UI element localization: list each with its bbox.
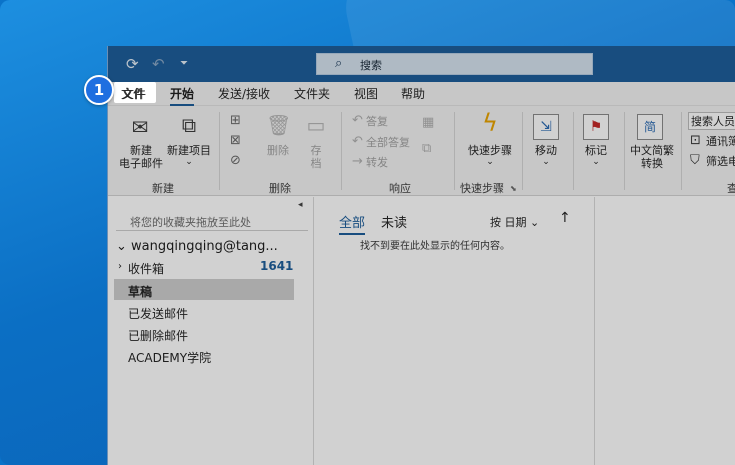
more-respond-icon[interactable]: ⧉ — [422, 142, 431, 156]
account-name: wangqingqing@tang... — [131, 239, 278, 254]
forward-button[interactable]: 转发 — [366, 156, 388, 169]
inbox-unread-count: 1641 — [260, 259, 294, 273]
forward-icon: → — [352, 154, 363, 169]
ribbon-tabs: 文件 开始 发送/接收 文件夹 视图 帮助 — [108, 82, 735, 106]
group-new-label: 新建 — [152, 182, 174, 195]
search-placeholder: 搜索 — [360, 59, 382, 72]
chevron-down-icon: ⌄ — [486, 157, 494, 167]
chinese-conversion-button-line2[interactable]: 转换 — [624, 157, 680, 170]
meeting-icon[interactable]: ▦ — [422, 116, 434, 130]
trash-icon: 🗑 — [266, 113, 292, 137]
ribbon-separator — [341, 112, 342, 190]
filter-all-tab[interactable]: 全部 — [339, 212, 366, 235]
group-find-label: 查 — [727, 180, 735, 196]
ignore-icon[interactable]: ⊞ — [230, 114, 241, 128]
reading-pane — [596, 197, 735, 465]
reply-all-button[interactable]: 全部答复 — [366, 136, 410, 149]
chinese-conversion-icon: 简 — [637, 114, 663, 140]
favorites-divider — [116, 230, 308, 231]
tab-folder[interactable]: 文件夹 — [294, 87, 330, 101]
sort-by-date-button[interactable]: 按 日期 ⌄ — [490, 214, 539, 230]
archive-button-line1[interactable]: 存 — [304, 144, 328, 157]
group-respond-label: 响应 — [389, 182, 411, 195]
sort-direction-icon[interactable]: ↑ — [559, 210, 571, 226]
filter-unread-tab[interactable]: 未读 — [381, 212, 407, 231]
dialog-launcher-icon[interactable]: ⬊ — [510, 182, 517, 196]
ribbon: ✉ 新建 电子邮件 ⧉ 新建项目 ⌄ 新建 ⊞ ⊠ ⊘ 🗑 删除 ▭ 存 档 删… — [108, 106, 735, 196]
inbox-expand-icon[interactable]: › — [118, 261, 122, 272]
step-badge: 1 — [84, 75, 114, 105]
account-header[interactable]: ⌄ wangqingqing@tang... — [116, 239, 278, 254]
expand-chevron-icon: ⌄ — [116, 239, 127, 254]
search-icon: ⌕ — [335, 56, 343, 71]
folder-deleted[interactable]: 已删除邮件 — [128, 327, 188, 344]
group-quick-steps-label: 快速步骤 — [460, 182, 504, 195]
group-delete-label: 删除 — [269, 182, 291, 195]
tab-help[interactable]: 帮助 — [401, 87, 425, 101]
ribbon-separator — [219, 112, 220, 190]
outlook-window: ⟳ ↶ ⏷ ⌕ 搜索 文件 开始 发送/接收 文件夹 视图 帮助 ✉ 新建 电子… — [107, 46, 735, 465]
ribbon-separator — [681, 112, 682, 190]
new-email-button-line2[interactable]: 电子邮件 — [116, 157, 166, 170]
customize-toolbar-icon[interactable]: ⏷ — [180, 55, 188, 73]
chinese-conversion-button-line1[interactable]: 中文简繁 — [624, 144, 680, 157]
folder-sent[interactable]: 已发送邮件 — [128, 305, 188, 322]
favorites-hint: 将您的收藏夹拖放至此处 — [130, 216, 251, 229]
reply-all-icon: ↶ — [352, 134, 363, 149]
address-book-button[interactable]: 通讯簿 — [706, 135, 735, 148]
ribbon-separator — [454, 112, 455, 190]
undo-icon[interactable]: ↶ — [152, 55, 165, 73]
tab-file-highlighted[interactable]: 文件 — [121, 87, 145, 101]
folder-academy[interactable]: ACADEMY学院 — [128, 349, 211, 366]
new-email-button-line1[interactable]: 新建 — [116, 144, 166, 157]
title-bar: ⟳ ↶ ⏷ ⌕ 搜索 — [108, 46, 735, 82]
folder-pane: ◂ 将您的收藏夹拖放至此处 ⌄ wangqingqing@tang... › 收… — [108, 197, 314, 465]
folder-drafts[interactable]: 草稿 — [128, 283, 152, 300]
filter-email-button[interactable]: 筛选电 — [706, 155, 735, 168]
collapse-pane-icon[interactable]: ◂ — [298, 200, 303, 210]
chevron-down-icon: ⌄ — [542, 157, 550, 167]
search-people-input[interactable]: 搜索人员 — [688, 112, 735, 130]
tab-view[interactable]: 视图 — [354, 87, 378, 101]
lightning-icon: ϟ — [482, 109, 498, 137]
folder-inbox[interactable]: 收件箱 — [128, 260, 164, 277]
ribbon-separator — [522, 112, 523, 190]
address-book-icon: ⊡ — [690, 133, 701, 148]
sort-label: 按 日期 — [490, 216, 527, 229]
new-item-icon: ⧉ — [181, 113, 197, 137]
flag-icon: ⚑ — [583, 114, 609, 140]
reply-icon: ↶ — [352, 113, 363, 128]
junk-icon[interactable]: ⊘ — [230, 154, 241, 168]
filter-icon: ⛉ — [690, 153, 700, 168]
tab-home[interactable]: 开始 — [170, 87, 195, 106]
chevron-down-icon: ⌄ — [592, 157, 600, 167]
new-email-icon: ✉ — [131, 115, 149, 139]
reply-button[interactable]: 答复 — [366, 115, 388, 128]
cleanup-icon[interactable]: ⊠ — [230, 134, 241, 148]
search-people-placeholder: 搜索人员 — [691, 115, 735, 128]
move-icon: ⇲ — [533, 114, 559, 140]
tab-send-receive[interactable]: 发送/接收 — [218, 87, 270, 101]
search-input[interactable]: ⌕ 搜索 — [316, 53, 593, 75]
empty-list-message: 找不到要在此处显示的任何内容。 — [360, 241, 510, 252]
chevron-down-icon: ⌄ — [530, 216, 540, 229]
archive-icon: ▭ — [306, 113, 326, 137]
archive-button-line2[interactable]: 档 — [304, 157, 328, 170]
ribbon-separator — [573, 112, 574, 190]
new-item-chevron-icon[interactable]: ⌄ — [164, 156, 214, 169]
message-list: 全部 未读 按 日期 ⌄ ↑ 找不到要在此处显示的任何内容。 — [315, 197, 595, 465]
sync-icon[interactable]: ⟳ — [126, 55, 139, 73]
delete-button[interactable]: 删除 — [260, 144, 296, 157]
